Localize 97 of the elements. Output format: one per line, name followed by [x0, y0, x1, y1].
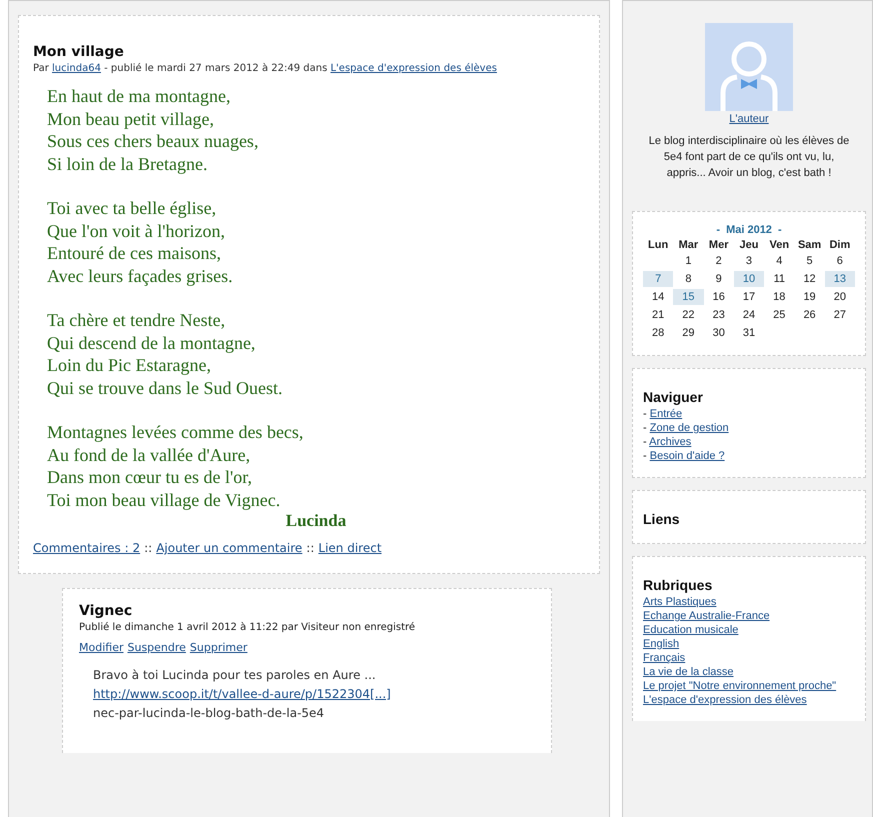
bullet: -: [643, 408, 647, 420]
weekday-label: Mer: [708, 239, 730, 251]
calendar-day: 1: [673, 253, 704, 269]
category-link[interactable]: Education musicale: [643, 623, 855, 637]
calendar-day: 19: [794, 289, 825, 305]
separator: ::: [306, 541, 314, 555]
calendar-day: 31: [734, 325, 764, 341]
separator: ::: [144, 541, 152, 555]
bullet: -: [643, 436, 647, 448]
weekday-label: Dim: [828, 239, 852, 251]
comment-action-link[interactable]: Modifier: [79, 641, 124, 654]
author-link[interactable]: L'auteur: [729, 113, 769, 125]
calendar-day: 23: [704, 307, 734, 323]
poem-line: Si loin de la Bretagne.: [47, 152, 208, 175]
navigation-link[interactable]: Besoin d'aide ?: [650, 450, 725, 462]
comment-text: Bravo à toi Lucinda pour tes paroles en Aure ...: [93, 667, 377, 684]
calendar-day: 26: [794, 307, 825, 323]
navigation-link[interactable]: Archives: [649, 436, 692, 448]
category-link[interactable]: La vie de la classe: [643, 665, 855, 679]
avatar-icon: [705, 23, 793, 111]
calendar-day: 8: [673, 271, 704, 287]
category-link[interactable]: Le projet "Notre environnement proche": [643, 679, 855, 693]
weekday-label: Mar: [678, 239, 700, 251]
calendar-day: 3: [734, 253, 764, 269]
footer-link[interactable]: Lien direct: [318, 541, 382, 555]
blog-description: Le blog interdisciplinaire où les élèves de 5e4 font part de ce qu'ils ont vu, lu, appris... Avoir un blog, c'est bath !: [648, 134, 850, 181]
calendar-day: 14: [643, 289, 674, 305]
category-link[interactable]: Français: [643, 651, 855, 665]
bullet: -: [643, 422, 647, 434]
poem-line: Que l'on voit à l'horizon,: [47, 220, 226, 242]
author-link[interactable]: lucinda64: [52, 63, 101, 74]
calendar-day: 16: [704, 289, 734, 305]
calendar-day[interactable]: 7: [643, 271, 674, 287]
poem-line: Dans mon cœur tu es de l'or,: [47, 466, 253, 488]
calendar-month: Mai 2012: [726, 224, 772, 236]
navigation-link[interactable]: Entrée: [650, 408, 682, 420]
weekday-label: Ven: [768, 239, 790, 251]
calendar-day: 25: [764, 307, 794, 323]
comment-action-link[interactable]: Supprimer: [190, 641, 248, 654]
category-link[interactable]: English: [643, 637, 855, 651]
weekday-label: Jeu: [738, 239, 760, 251]
calendar-day: 30: [704, 325, 734, 341]
weekday-label: Sam: [796, 239, 822, 251]
category-link[interactable]: L'espace d'expression des élèves: [330, 63, 497, 74]
calendar-day[interactable]: 15: [673, 289, 704, 305]
poem-line: En haut de ma montagne,: [47, 85, 232, 108]
poem-line: Toi avec ta belle église,: [47, 197, 218, 220]
calendar-day: 2: [704, 253, 734, 269]
comment-meta: Publié le dimanche 1 avril 2012 à 11:22 par Visiteur non enregistré: [79, 622, 416, 633]
footer-link[interactable]: Commentaires : 2: [33, 541, 140, 555]
calendar-day: 6: [824, 253, 855, 269]
calendar-day[interactable]: 10: [734, 271, 764, 287]
comment-text: nec-par-lucinda-le-blog-bath-de-la-5e4: [93, 705, 326, 722]
calendar-day: 27: [824, 307, 855, 323]
category-link[interactable]: Echange Australie-France: [643, 609, 855, 623]
poem-line: Sous ces chers beaux nuages,: [47, 130, 260, 152]
calendar-day: 20: [824, 289, 855, 305]
comment-title: Vignec: [79, 603, 134, 619]
post-meta: Par lucinda64 - publié le mardi 27 mars 2012 à 22:49 dans L'espace d'expression des élèves: [33, 62, 498, 75]
calendar-day: 24: [734, 307, 764, 323]
poem-line: Entouré de ces maisons,: [47, 242, 222, 264]
post-title: Mon village: [33, 44, 125, 60]
panel-title: Rubriques: [643, 577, 714, 593]
calendar-day: 18: [764, 289, 794, 305]
calendar-day: 4: [764, 253, 794, 269]
poem-line: Avec leurs façades grises.: [47, 264, 234, 287]
calendar-day: 21: [643, 307, 674, 323]
poem-line: Qui se trouve dans le Sud Ouest.: [47, 376, 284, 399]
comment-action-link[interactable]: Suspendre: [127, 641, 186, 654]
poem-line: Qui descend de la montagne,: [47, 332, 256, 354]
next-month-link[interactable]: -: [778, 224, 782, 236]
calendar-day: 22: [673, 307, 704, 323]
poem-line: Toi mon beau village de Vignec.: [47, 488, 282, 511]
bullet: -: [643, 450, 647, 462]
calendar-day: 12: [794, 271, 825, 287]
calendar-day: 28: [643, 325, 674, 341]
poem-signature: Lucinda: [284, 511, 348, 531]
poem-line: Au fond de la vallée d'Aure,: [47, 444, 252, 466]
poem-line: Mon beau petit village,: [47, 108, 215, 130]
calendar-day: 9: [704, 271, 734, 287]
footer-link[interactable]: Ajouter un commentaire: [156, 541, 302, 555]
poem-line: Montagnes levées comme des becs,: [47, 421, 304, 444]
navigation-link[interactable]: Zone de gestion: [650, 422, 729, 434]
panel-title: Naviguer: [643, 389, 704, 405]
comment-link[interactable]: http://www.scoop.it/t/vallee-d-aure/p/1522304[...]: [93, 687, 391, 701]
calendar-day: 5: [794, 253, 825, 269]
category-link[interactable]: Arts Plastiques: [643, 595, 855, 609]
category-link[interactable]: L'espace d'expression des élèves: [643, 693, 855, 707]
calendar-day: 29: [673, 325, 704, 341]
panel-title: Liens: [643, 511, 681, 527]
prev-month-link[interactable]: -: [716, 224, 720, 236]
poem-line: Ta chère et tendre Neste,: [47, 309, 226, 332]
calendar-day: 11: [764, 271, 794, 287]
calendar-day: 17: [734, 289, 764, 305]
weekday-label: Lun: [647, 239, 670, 251]
poem-line: Loin du Pic Estaragne,: [47, 354, 212, 376]
calendar-day[interactable]: 13: [824, 271, 855, 287]
